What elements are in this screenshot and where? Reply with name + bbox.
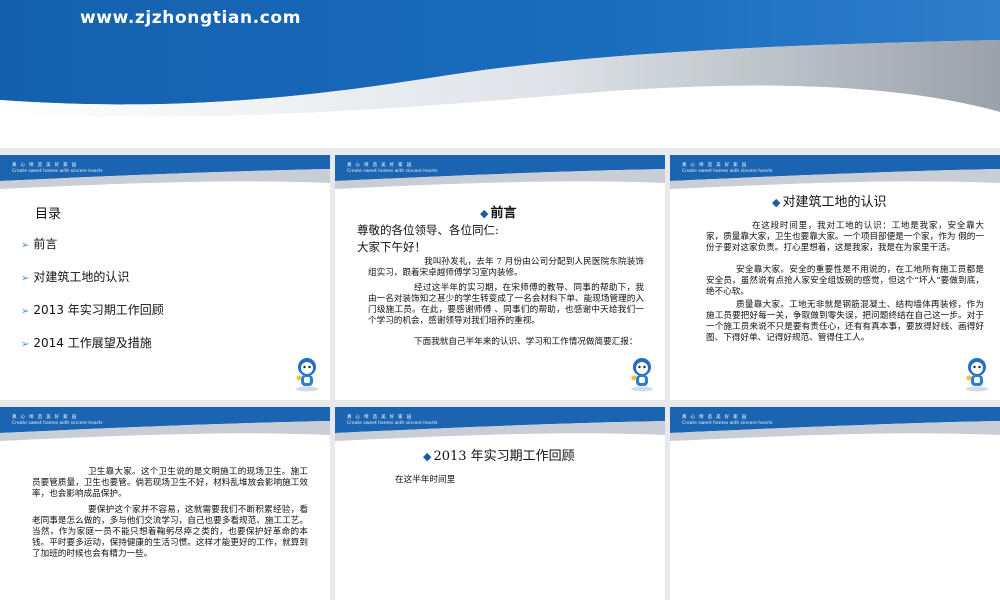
paragraph: 经过这半年的实习期，在宋师傅的教导、同事的帮助下，我由一名对装饰知之甚少的学生转… (368, 283, 644, 326)
toc-item: ➢ 2014 工作展望及措施 (21, 336, 152, 350)
paragraph: 在这段时间里，我对工地的认识：工地是我家，安全靠大家，质量靠大家，卫生也要靠大家… (706, 221, 984, 253)
header-slogan-en: Create sweet homes with sincere hearts (682, 421, 773, 426)
slide-header: 真 心 缔 造 美 好 家 园 Create sweet homes with … (670, 407, 1000, 445)
greeting-line: 大家下午好！ (357, 240, 426, 254)
header-slogan-cn: 真 心 缔 造 美 好 家 园 (347, 163, 413, 168)
arrow-bullet-icon: ➢ (21, 240, 30, 251)
arrow-bullet-icon: ➢ (21, 339, 30, 350)
diamond-bullet-icon: ◆ (423, 450, 432, 463)
header-slogan-en: Create sweet homes with sincere hearts (12, 169, 103, 174)
slide-thumbnail-5[interactable]: 真 心 缔 造 美 好 家 园 Create sweet homes with … (335, 407, 665, 600)
header-slogan-en: Create sweet homes with sincere hearts (347, 169, 438, 174)
website-url: www.zjzhongtian.com (80, 8, 302, 28)
paragraph: 安全靠大家。安全的重要性是不用说的，在工地所有施工员都是安全员，虽然说有点抢人家… (706, 265, 984, 297)
slide-header: 真 心 缔 造 美 好 家 园 Create sweet homes with … (670, 155, 1000, 193)
top-banner: www.zjzhongtian.com (0, 0, 1000, 148)
slide-thumbnail-2[interactable]: 真 心 缔 造 美 好 家 园 Create sweet homes with … (335, 155, 665, 400)
paragraph: 质量靠大家。工地无非就是钢筋混凝土、结构墙体再装修，作为施工员要把好每一关，争取… (706, 300, 984, 343)
toc-item: ➢ 对建筑工地的认识 (21, 270, 130, 284)
header-slogan-en: Create sweet homes with sincere hearts (12, 421, 103, 426)
slide-thumbnail-3[interactable]: 真 心 缔 造 美 好 家 园 Create sweet homes with … (670, 155, 1000, 400)
header-slogan-cn: 真 心 缔 造 美 好 家 园 (12, 163, 78, 168)
diamond-bullet-icon: ◆ (772, 196, 781, 209)
slide-header: 真 心 缔 造 美 好 家 园 Create sweet homes with … (0, 155, 330, 193)
header-slogan-cn: 真 心 缔 造 美 好 家 园 (682, 163, 748, 168)
paragraph: 下面我就自己半年来的认识、学习和工作情况做简要汇报： (414, 337, 638, 347)
header-slogan-en: Create sweet homes with sincere hearts (347, 421, 438, 426)
header-slogan-cn: 真 心 缔 造 美 好 家 园 (682, 415, 748, 420)
mascot-icon (631, 358, 653, 392)
arrow-bullet-icon: ➢ (21, 273, 30, 284)
slide-heading: ◆ 2013 年实习期工作回顾 (423, 449, 575, 464)
paragraph: 在这半年时间里 (395, 475, 456, 485)
toc-item: ➢ 前言 (21, 237, 58, 251)
arrow-bullet-icon: ➢ (21, 306, 30, 317)
paragraph: 要保护这个家并不容易，这就需要我们不断积累经验，看老同事是怎么做的，多与他们交流… (32, 505, 308, 559)
header-slogan-cn: 真 心 缔 造 美 好 家 园 (347, 415, 413, 420)
header-slogan-en: Create sweet homes with sincere hearts (682, 169, 773, 174)
paragraph: 我叫孙发礼，去年 7 月份由公司分配到人民医院东院装饰组实习，跟着宋卓越师傅学习… (368, 257, 644, 278)
slide-thumbnail-1[interactable]: 真 心 缔 造 美 好 家 园 Create sweet homes with … (0, 155, 330, 400)
slide-header: 真 心 缔 造 美 好 家 园 Create sweet homes with … (335, 155, 665, 193)
slide-thumbnail-4[interactable]: 真 心 缔 造 美 好 家 园 Create sweet homes with … (0, 407, 330, 600)
slide-header: 真 心 缔 造 美 好 家 园 Create sweet homes with … (0, 407, 330, 445)
mascot-icon (296, 358, 318, 392)
header-slogan-cn: 真 心 缔 造 美 好 家 园 (12, 415, 78, 420)
diamond-bullet-icon: ◆ (480, 207, 489, 220)
mascot-icon (966, 358, 988, 392)
toc-title: 目录 (35, 207, 62, 222)
toc-item: ➢ 2013 年实习期工作回顾 (21, 303, 164, 317)
greeting-line: 尊敬的各位领导、各位同仁: (357, 223, 499, 237)
slide-heading: ◆ 对建筑工地的认识 (772, 195, 887, 210)
slide-heading: ◆ 前言 (480, 206, 517, 221)
paragraph: 卫生靠大家。这个卫生说的是文明施工的现场卫生。施工员要管质量，卫生也要管。倘若现… (32, 467, 308, 499)
slide-thumbnail-6[interactable]: 真 心 缔 造 美 好 家 园 Create sweet homes with … (670, 407, 1000, 600)
slide-header: 真 心 缔 造 美 好 家 园 Create sweet homes with … (335, 407, 665, 445)
